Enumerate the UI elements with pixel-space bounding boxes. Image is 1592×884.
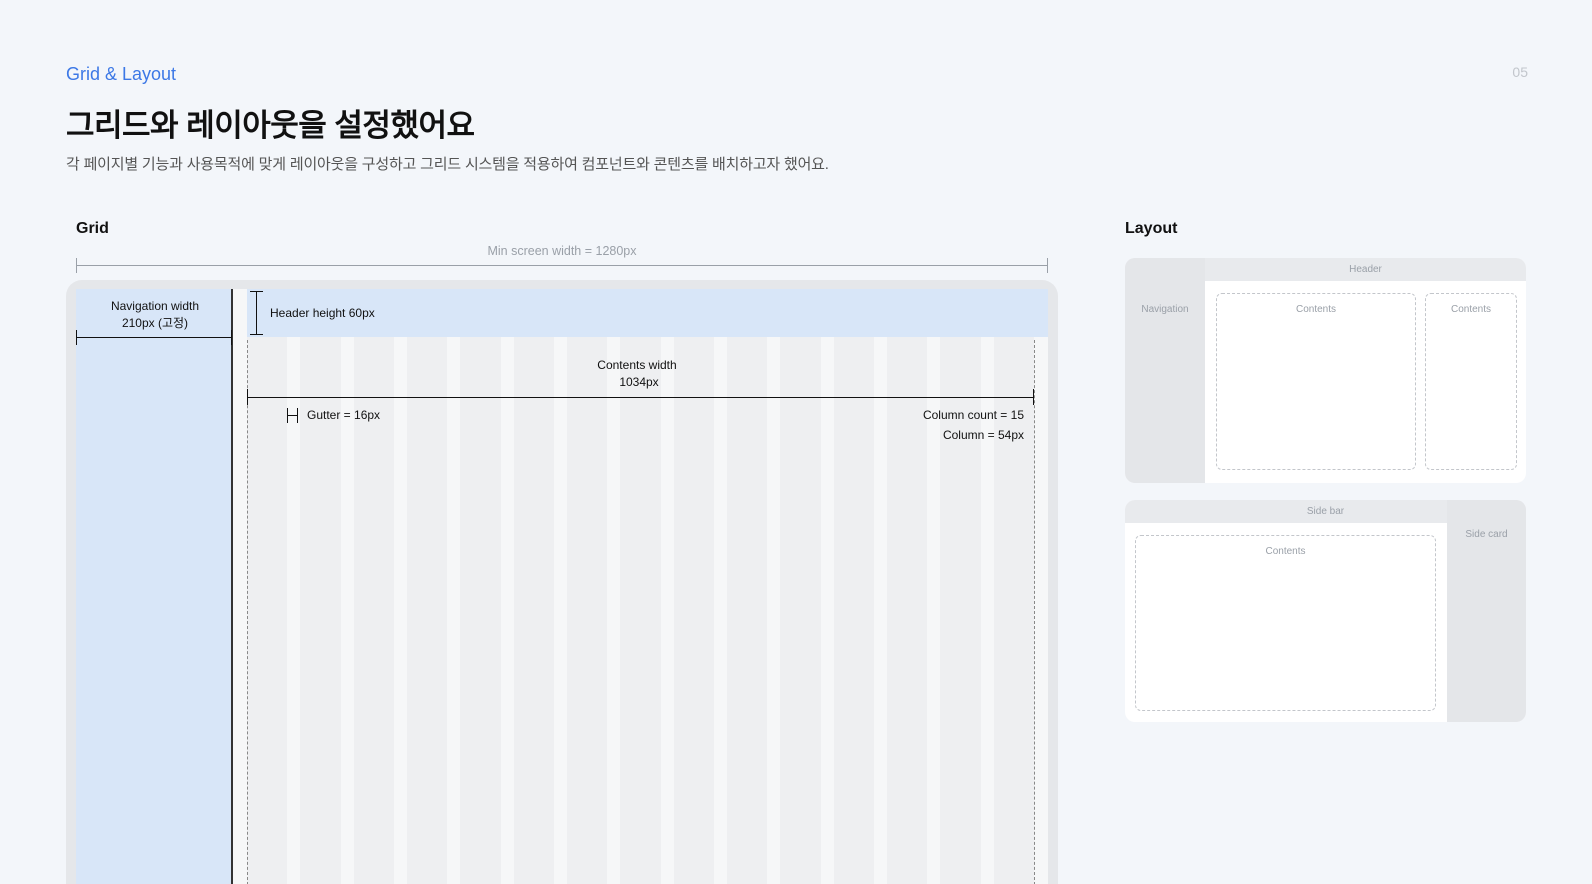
min-width-measure-tick-left xyxy=(76,258,77,273)
nav-width-label-line1: Navigation width xyxy=(110,299,200,313)
navigation-divider xyxy=(231,289,233,884)
grid-column xyxy=(673,337,714,884)
header-height-label: Header height 60px xyxy=(270,306,375,320)
section-eyebrow: Grid & Layout xyxy=(66,64,177,84)
grid-column xyxy=(833,337,874,884)
grid-column xyxy=(247,337,288,884)
grid-column xyxy=(460,337,501,884)
grid-section-label: Grid xyxy=(76,220,109,237)
gutter-measure-line xyxy=(287,415,298,416)
column-width-label: Column = 54px xyxy=(942,428,1024,442)
grid-column xyxy=(567,337,608,884)
wireframe-a-header-label: Header xyxy=(1349,264,1382,275)
wireframe-a-contents-main-label: Contents xyxy=(1295,304,1337,315)
nav-width-measure-line xyxy=(76,337,231,338)
wireframe-a-navigation-label: Navigation xyxy=(1141,304,1189,315)
grid-column xyxy=(620,337,661,884)
contents-width-label-line1: Contents width xyxy=(597,358,677,372)
column-count-label: Column count = 15 xyxy=(922,408,1024,422)
min-width-measure-line xyxy=(76,265,1048,266)
header-height-tick-bottom xyxy=(250,334,263,335)
contents-width-tick-right xyxy=(1033,389,1034,405)
wireframe-b-contents: Contents xyxy=(1135,535,1436,711)
nav-width-tick-right xyxy=(231,330,232,345)
page-number: 05 xyxy=(1512,64,1528,80)
wireframe-a-contents-main: Contents xyxy=(1216,293,1416,470)
layout-wireframe-b: Side bar Side card Contents xyxy=(1125,500,1526,722)
grid-column xyxy=(727,337,768,884)
wireframe-a-contents-side: Contents xyxy=(1425,293,1517,470)
min-width-measure-tick-right xyxy=(1047,258,1048,273)
wireframe-b-side-card-label: Side card xyxy=(1465,529,1508,540)
gutter-label: Gutter = 16px xyxy=(307,408,381,422)
page-subtitle: 각 페이지별 기능과 사용목적에 맞게 레이아웃을 구성하고 그리드 시스템을 … xyxy=(66,156,829,173)
grid-column xyxy=(513,337,554,884)
layout-wireframe-a: Header Navigation Contents Contents xyxy=(1125,258,1526,483)
grid-column xyxy=(780,337,821,884)
grid-column xyxy=(407,337,448,884)
nav-width-label-line2: 210px (고정) xyxy=(121,316,189,330)
wireframe-a-navigation xyxy=(1125,258,1205,483)
navigation-column xyxy=(76,289,231,884)
wireframe-b-contents-label: Contents xyxy=(1265,546,1306,557)
contents-width-measure-line xyxy=(247,397,1034,398)
contents-left-guide xyxy=(247,340,248,884)
header-height-measure-line xyxy=(256,291,257,335)
nav-width-tick-left xyxy=(76,330,77,345)
contents-width-tick-left xyxy=(247,389,248,405)
contents-width-label-line2: 1034px xyxy=(619,375,659,389)
header-height-tick-top xyxy=(250,291,263,292)
min-screen-width-label: Min screen width = 1280px xyxy=(487,244,637,258)
page-title: 그리드와 레이아웃을 설정했어요 xyxy=(66,108,475,143)
layout-section-label: Layout xyxy=(1125,220,1178,237)
wireframe-a-contents-side-label: Contents xyxy=(1450,304,1492,315)
contents-right-guide xyxy=(1034,340,1035,884)
wireframe-b-sidebar-label: Side bar xyxy=(1306,506,1345,517)
